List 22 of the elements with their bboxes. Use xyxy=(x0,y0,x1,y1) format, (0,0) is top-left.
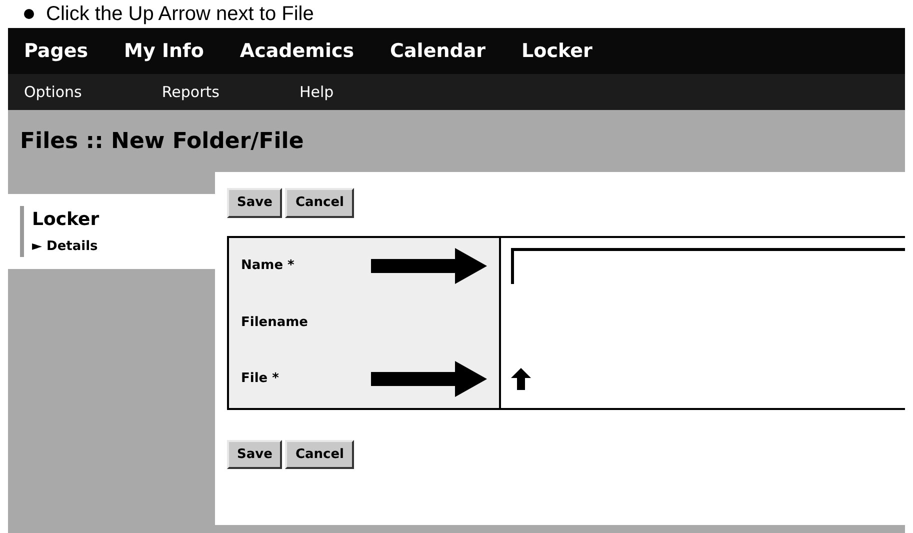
sub-nav-link[interactable]: Options xyxy=(24,80,82,104)
up-arrow-icon[interactable] xyxy=(511,368,531,390)
nav-tab[interactable]: Locker xyxy=(522,36,592,66)
sub-nav-link[interactable]: Reports xyxy=(162,80,220,104)
sidebar-item[interactable]: ► Details xyxy=(32,237,215,256)
nav-tab[interactable]: Academics xyxy=(240,36,354,66)
instruction-text: Click the Up Arrow next to File xyxy=(46,4,314,24)
page-title: Files :: New Folder/File xyxy=(20,128,304,156)
field-label: Filename xyxy=(241,314,308,332)
cancel-button[interactable]: Cancel xyxy=(285,440,354,469)
field-label: File * xyxy=(241,370,279,388)
nav-tab[interactable]: Calendar xyxy=(390,36,486,66)
save-button[interactable]: Save xyxy=(227,440,282,469)
name-input-field[interactable] xyxy=(511,248,905,284)
sidebar-title: Locker xyxy=(32,208,100,232)
sub-nav-link[interactable]: Help xyxy=(299,80,334,104)
bullet-icon xyxy=(24,9,34,19)
save-button[interactable]: Save xyxy=(227,188,282,218)
field-label: Name * xyxy=(241,257,294,276)
nav-tab[interactable]: My Info xyxy=(124,36,204,66)
cancel-button[interactable]: Cancel xyxy=(285,188,354,218)
nav-tab[interactable]: Pages xyxy=(24,36,88,66)
